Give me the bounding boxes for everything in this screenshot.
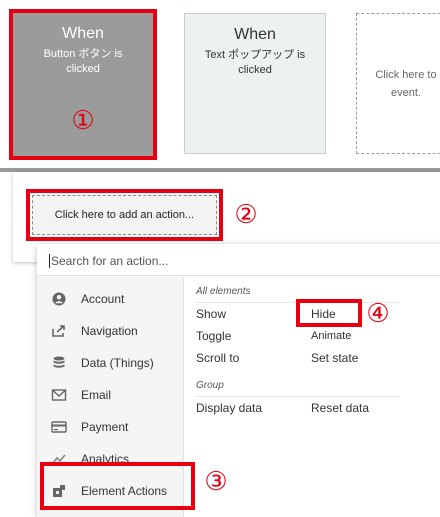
annotation-box-1: [9, 9, 157, 160]
category-item-account[interactable]: Account: [37, 287, 184, 311]
database-icon: [53, 356, 65, 368]
annotation-number-4: ④: [366, 298, 390, 328]
annotation-number-3: ③: [204, 466, 228, 496]
navigation-icon: [52, 325, 65, 337]
category-label: Payment: [81, 420, 129, 434]
action-animate[interactable]: Animate: [311, 330, 351, 342]
action-toggle[interactable]: Toggle: [196, 329, 231, 343]
group-divider: [196, 396, 400, 397]
annotation-box-2: [26, 189, 223, 241]
text-cursor: [49, 254, 50, 268]
category-label: Navigation: [81, 324, 138, 338]
search-input[interactable]: Search for an action...: [37, 246, 440, 276]
email-icon: [51, 389, 67, 401]
payment-icon: [51, 421, 67, 433]
category-item-navigation[interactable]: Navigation: [37, 319, 184, 343]
category-label: Email: [81, 388, 112, 402]
action-reset-data[interactable]: Reset data: [311, 401, 369, 415]
annotation-number-1: ①: [71, 105, 95, 135]
add-event-card[interactable]: Click here to event.: [356, 13, 440, 154]
group-heading-all-elements: All elements: [196, 286, 251, 297]
action-scroll-to[interactable]: Scroll to: [196, 351, 239, 365]
annotation-box-3: [40, 462, 195, 510]
event-card-title: When: [234, 26, 276, 43]
event-card-subtitle: Text ポップアップ is clicked: [204, 49, 306, 76]
annotation-box-4: [296, 299, 362, 327]
group-heading-group: Group: [196, 380, 224, 391]
action-show[interactable]: Show: [196, 307, 226, 321]
annotation-number-2: ②: [234, 199, 258, 229]
category-label: Account: [81, 292, 125, 306]
action-set-state[interactable]: Set state: [311, 351, 358, 365]
event-card-text-clicked[interactable]: When Text ポップアップ is clicked: [184, 13, 326, 154]
category-item-data-things[interactable]: Data (Things): [37, 351, 184, 375]
action-display-data[interactable]: Display data: [196, 401, 262, 415]
account-icon: [52, 292, 66, 306]
category-label: Data (Things): [81, 356, 154, 370]
search-placeholder: Search for an action...: [51, 254, 169, 268]
category-item-email[interactable]: Email: [37, 383, 184, 407]
add-event-label: Click here to event.: [375, 69, 437, 99]
category-item-payment[interactable]: Payment: [37, 415, 184, 439]
